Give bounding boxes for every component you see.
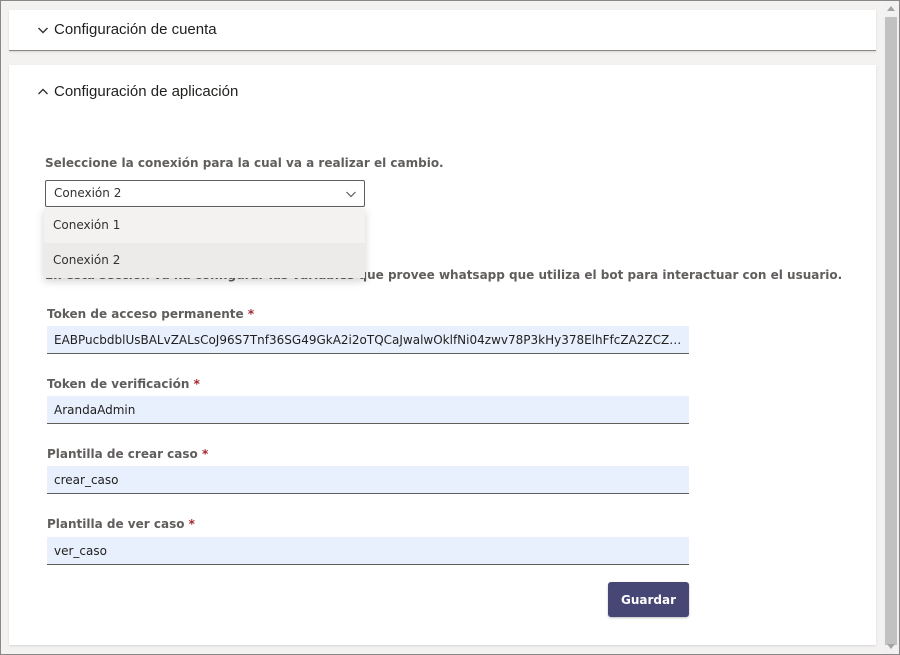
required-marker: *	[188, 517, 195, 531]
scroll-up-arrow-icon[interactable]	[887, 6, 895, 11]
account-config-header[interactable]: Configuración de cuenta	[37, 21, 217, 38]
chevron-down-icon	[346, 191, 356, 198]
verify-token-input[interactable]	[47, 396, 689, 424]
chevron-up-icon	[38, 88, 48, 94]
app-config-panel: Configuración de aplicación Seleccione l…	[9, 65, 876, 645]
connection-dropdown: Conexión 1 Conexión 2	[44, 208, 365, 278]
connection-option-selected[interactable]: Conexión 2	[44, 243, 365, 278]
view-case-template-input[interactable]	[47, 537, 689, 565]
vertical-scrollbar[interactable]	[883, 1, 899, 654]
save-button[interactable]: Guardar	[608, 582, 689, 617]
scroll-down-arrow-icon[interactable]	[887, 644, 895, 649]
app-config-title: Configuración de aplicación	[54, 83, 239, 100]
create-case-template-label: Plantilla de crear caso *	[47, 447, 209, 461]
required-marker: *	[193, 377, 200, 391]
connection-select[interactable]: Conexión 2	[45, 180, 365, 207]
access-token-label: Token de acceso permanente *	[47, 307, 255, 321]
app-config-header[interactable]: Configuración de aplicación	[37, 83, 238, 100]
account-config-panel: Configuración de cuenta	[9, 10, 876, 51]
required-marker: *	[247, 307, 255, 321]
create-case-template-input[interactable]	[47, 466, 689, 494]
access-token-input[interactable]	[47, 326, 689, 354]
verify-token-label: Token de verificación *	[47, 377, 200, 391]
account-config-title: Configuración de cuenta	[54, 21, 217, 38]
connection-label: Seleccione la conexión para la cual va a…	[45, 156, 444, 170]
connection-option[interactable]: Conexión 1	[44, 208, 365, 243]
connection-select-value: Conexión 2	[54, 186, 122, 200]
scrollbar-thumb[interactable]	[885, 17, 897, 645]
view-case-template-label: Plantilla de ver caso *	[47, 517, 195, 531]
required-marker: *	[201, 447, 209, 461]
chevron-down-icon	[38, 27, 48, 33]
